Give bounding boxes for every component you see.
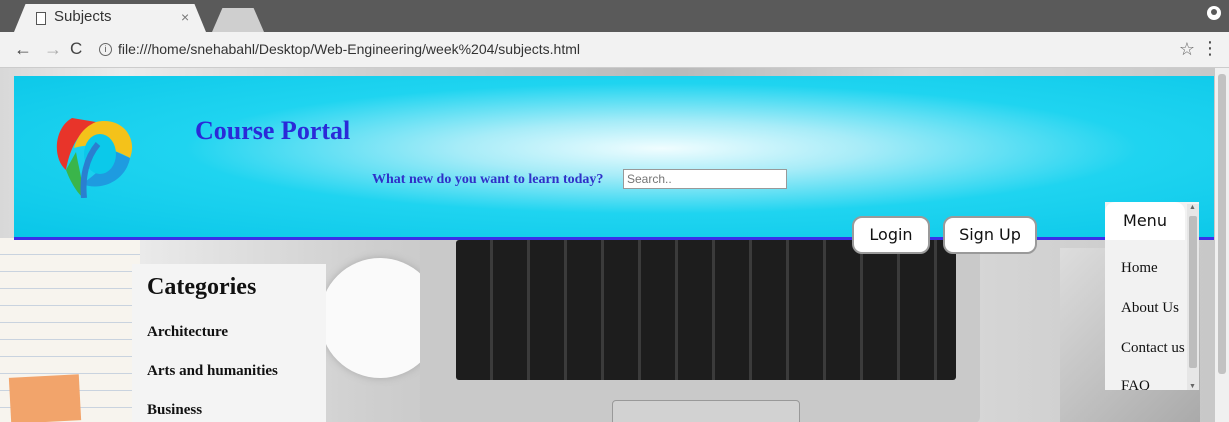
new-tab-button[interactable] xyxy=(212,8,264,32)
bookmark-star-icon[interactable]: ☆ xyxy=(1179,39,1195,60)
background-sticky-note xyxy=(8,374,82,422)
search-input[interactable] xyxy=(623,169,787,189)
browser-toolbar: ← → C i file:///home/snehabahl/Desktop/W… xyxy=(0,32,1229,68)
tab-close-icon[interactable]: × xyxy=(181,9,189,25)
category-architecture[interactable]: Architecture xyxy=(147,324,228,341)
background-trackpad xyxy=(612,400,800,422)
site-title: Course Portal xyxy=(195,116,351,145)
address-bar[interactable]: file:///home/snehabahl/Desktop/Web-Engin… xyxy=(118,41,580,57)
reload-icon[interactable]: C xyxy=(70,40,82,58)
sign-up-button[interactable]: Sign Up xyxy=(943,216,1037,254)
menu-button[interactable]: Menu xyxy=(1105,202,1185,240)
browser-menu-icon[interactable]: ⋮ xyxy=(1201,39,1219,57)
browser-tabstrip: Subjects × xyxy=(0,0,1229,32)
category-business[interactable]: Business xyxy=(147,402,202,419)
course-portal-logo[interactable] xyxy=(52,108,138,198)
menu-item-about-us[interactable]: About Us xyxy=(1121,300,1179,317)
side-menu: Menu Home About Us Contact us FAQ xyxy=(1105,202,1199,390)
page-scrollbar-thumb[interactable] xyxy=(1218,74,1226,374)
menu-item-home[interactable]: Home xyxy=(1121,260,1158,277)
page-viewport: Course Portal What new do you want to le… xyxy=(0,68,1229,422)
tab-title: Subjects xyxy=(54,8,112,25)
menu-item-faq[interactable]: FAQ xyxy=(1121,378,1150,390)
back-arrow-icon[interactable]: ← xyxy=(14,40,32,58)
menu-scrollbar[interactable]: ▲ ▼ xyxy=(1187,204,1199,390)
site-header: Course Portal What new do you want to le… xyxy=(14,76,1214,254)
page-icon xyxy=(36,12,46,25)
scroll-up-icon[interactable]: ▲ xyxy=(1189,204,1196,211)
menu-scrollbar-thumb[interactable] xyxy=(1189,216,1197,368)
search-label: What new do you want to learn today? xyxy=(372,172,604,187)
categories-panel: Categories Architecture Arts and humanit… xyxy=(132,264,326,422)
category-arts-and-humanities[interactable]: Arts and humanities xyxy=(147,363,278,380)
info-icon[interactable]: i xyxy=(99,43,112,56)
categories-title: Categories xyxy=(147,274,257,300)
menu-item-contact-us[interactable]: Contact us xyxy=(1121,340,1185,357)
forward-arrow-icon[interactable]: → xyxy=(44,40,62,58)
background-keyboard xyxy=(456,240,956,380)
page-scrollbar[interactable] xyxy=(1215,68,1229,422)
profile-icon[interactable] xyxy=(1207,6,1221,20)
scroll-down-icon[interactable]: ▼ xyxy=(1189,383,1196,390)
login-button[interactable]: Login xyxy=(852,216,930,254)
